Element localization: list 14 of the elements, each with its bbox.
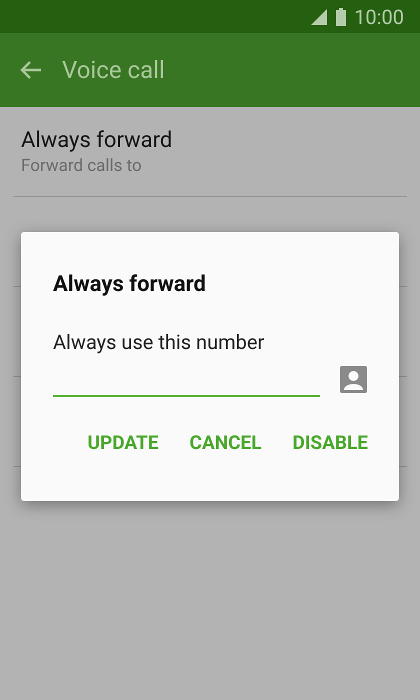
status-time: 10:00 [354,4,404,30]
dialog-button[interactable]: UPDATE [88,429,159,458]
app-bar-title: Voice call [62,55,165,86]
setting-title: Always forward [21,127,174,155]
signal-icon [310,8,328,24]
settings-item[interactable]: Always forward Forward calls to [13,107,407,197]
dialog-button[interactable]: CANCEL [190,429,262,458]
dialog-label: Always use this number [53,329,266,356]
dialog-title: Always forward [53,271,207,299]
back-icon[interactable] [20,60,42,80]
setting-subtitle: Forward calls to [21,155,143,177]
contact-icon[interactable] [340,366,367,393]
battery-icon [336,8,346,26]
dialog-button[interactable]: DISABLE [292,429,368,458]
